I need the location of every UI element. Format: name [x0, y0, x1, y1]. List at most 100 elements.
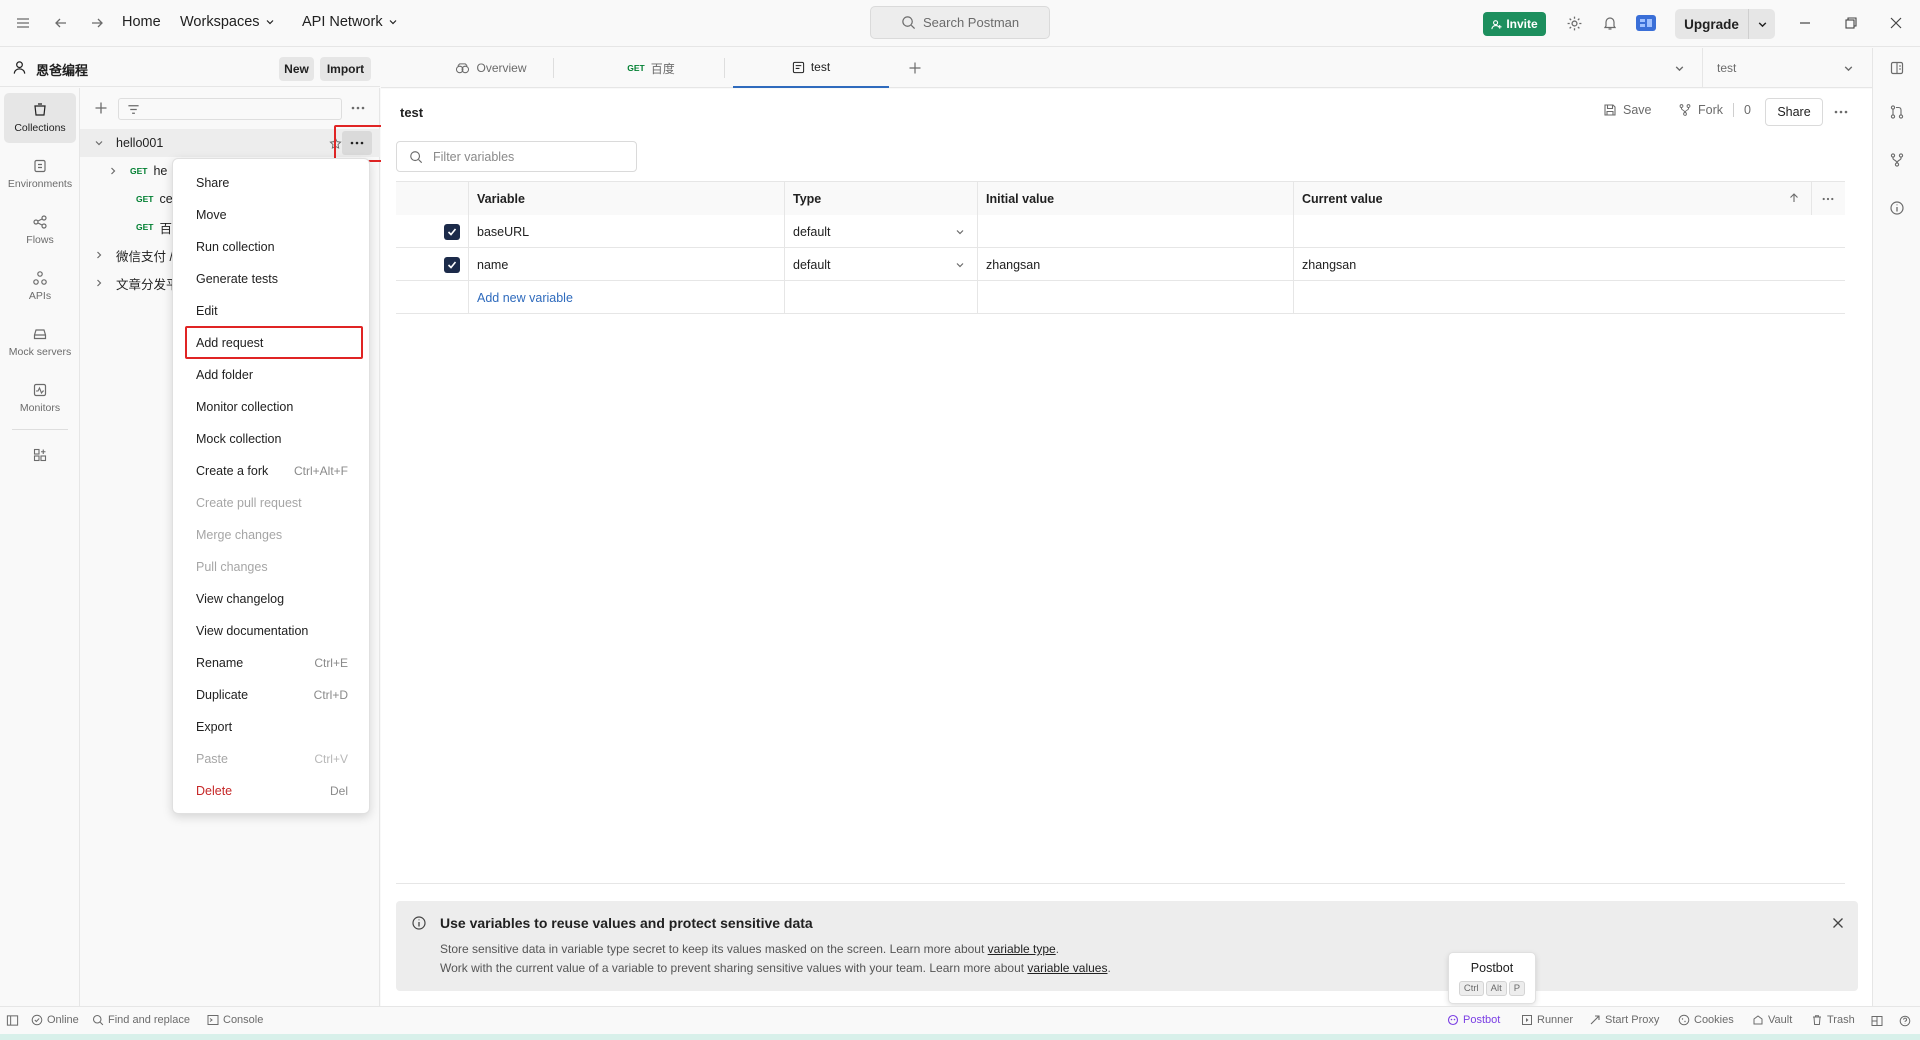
menu-item-export[interactable]: Export — [173, 712, 371, 742]
menu-item-monitor-collection[interactable]: Monitor collection — [173, 392, 371, 422]
menu-item-view-documentation[interactable]: View documentation — [173, 616, 371, 646]
environment-selector[interactable]: test — [1703, 48, 1867, 88]
chevron-down-icon[interactable] — [94, 138, 104, 148]
postbot-button[interactable]: Postbot — [1447, 1014, 1500, 1026]
cookies-button[interactable]: Cookies — [1678, 1014, 1734, 1026]
nav-home[interactable]: Home — [122, 14, 161, 30]
fork-button[interactable]: Fork 0 — [1678, 103, 1751, 117]
back-arrow-icon[interactable] — [50, 12, 72, 34]
sidebar-item-monitors[interactable]: Monitors — [4, 373, 76, 423]
help-icon[interactable] — [1899, 1015, 1911, 1027]
workspace-name[interactable]: 恩爸编程 — [36, 60, 88, 79]
menu-item-move[interactable]: Move — [173, 200, 371, 230]
menu-icon[interactable] — [12, 12, 34, 34]
variable-type-select[interactable]: default — [784, 248, 977, 281]
sidebar-item-configure[interactable] — [4, 435, 76, 475]
info-icon — [412, 916, 426, 930]
notifications-bell-icon[interactable] — [1599, 12, 1621, 34]
restore-window-icon[interactable] — [1840, 12, 1862, 34]
minimize-icon[interactable] — [1794, 12, 1816, 34]
checkbox-checked[interactable] — [444, 223, 460, 240]
menu-item-create-fork[interactable]: Create a fork Ctrl+Alt+F — [173, 456, 371, 486]
initial-value-cell[interactable]: zhangsan — [977, 248, 1293, 281]
nav-workspaces[interactable]: Workspaces — [180, 14, 275, 30]
tab-test[interactable]: test — [733, 48, 889, 88]
menu-item-delete[interactable]: Delete Del — [173, 776, 371, 806]
sidebar-item-flows[interactable]: Flows — [4, 205, 76, 255]
menu-item-generate-tests[interactable]: Generate tests — [173, 264, 371, 294]
filter-icon[interactable] — [127, 103, 140, 116]
row-checkbox[interactable] — [396, 248, 468, 281]
collections-filter-input[interactable] — [118, 98, 342, 120]
add-new-variable-link[interactable]: Add new variable — [468, 281, 784, 314]
trash-button[interactable]: Trash — [1811, 1014, 1855, 1026]
menu-item-add-folder[interactable]: Add folder — [173, 360, 371, 390]
row-checkbox[interactable] — [396, 215, 468, 248]
pull-request-icon[interactable] — [1889, 104, 1905, 120]
tabs-dropdown-icon[interactable] — [1674, 63, 1685, 74]
rail-label: Mock servers — [8, 346, 72, 358]
nav-api-network[interactable]: API Network — [302, 14, 398, 30]
header-more-cell[interactable] — [1811, 182, 1845, 215]
sort-arrow-up-icon[interactable] — [1788, 192, 1800, 204]
sidebar-item-mock-servers[interactable]: Mock servers — [4, 317, 76, 367]
sidebar-item-environments[interactable]: Environments — [4, 149, 76, 199]
menu-item-view-changelog[interactable]: View changelog — [173, 584, 371, 614]
tab-baidu[interactable]: GET 百度 — [581, 48, 721, 88]
toggle-sidebar-icon[interactable] — [6, 1014, 19, 1027]
upgrade-label[interactable]: Upgrade — [1675, 9, 1749, 39]
filter-variables-input[interactable]: Filter variables — [396, 141, 637, 172]
checkbox-checked[interactable] — [444, 256, 460, 273]
forward-arrow-icon[interactable] — [86, 12, 108, 34]
close-window-icon[interactable] — [1885, 12, 1907, 34]
more-options-icon[interactable] — [1834, 109, 1848, 115]
runner-button[interactable]: Runner — [1521, 1014, 1573, 1026]
info-icon[interactable] — [1889, 200, 1905, 216]
layout-icon[interactable] — [1871, 1015, 1883, 1027]
share-button[interactable]: Share — [1765, 98, 1823, 126]
initial-value-cell[interactable] — [977, 215, 1293, 248]
menu-item-mock-collection[interactable]: Mock collection — [173, 424, 371, 454]
menu-item-run-collection[interactable]: Run collection — [173, 232, 371, 262]
collection-label: 微信支付 / — [116, 249, 173, 264]
online-status[interactable]: Online — [31, 1014, 79, 1026]
variable-type-link[interactable]: variable type — [988, 942, 1056, 956]
variable-values-link[interactable]: variable values — [1027, 961, 1107, 975]
save-button[interactable]: Save — [1603, 103, 1652, 117]
console-button[interactable]: Console — [207, 1014, 263, 1026]
close-icon[interactable] — [1832, 917, 1844, 929]
new-button[interactable]: New — [279, 57, 314, 81]
chevron-right-icon[interactable] — [94, 278, 104, 288]
upgrade-dropdown[interactable] — [1749, 9, 1775, 39]
search-input[interactable]: Search Postman — [870, 6, 1050, 39]
menu-item-duplicate[interactable]: Duplicate Ctrl+D — [173, 680, 371, 710]
vault-button[interactable]: Vault — [1752, 1014, 1792, 1026]
fork-icon[interactable] — [1889, 152, 1905, 168]
add-icon[interactable] — [94, 101, 108, 115]
more-options-icon[interactable] — [351, 103, 365, 113]
add-tab-icon[interactable] — [908, 61, 922, 75]
invite-button[interactable]: Invite — [1483, 12, 1546, 36]
overview-icon — [456, 62, 470, 73]
chevron-right-icon[interactable] — [108, 166, 118, 176]
upgrade-button[interactable]: Upgrade — [1675, 9, 1775, 39]
tab-overview[interactable]: Overview — [431, 48, 551, 88]
current-value-cell[interactable]: zhangsan — [1293, 248, 1845, 281]
variable-name-cell[interactable]: baseURL — [468, 215, 784, 248]
variable-name-cell[interactable]: name — [468, 248, 784, 281]
find-replace-button[interactable]: Find and replace — [92, 1014, 190, 1026]
variable-type-select[interactable]: default — [784, 215, 977, 248]
import-button[interactable]: Import — [320, 57, 371, 81]
sidebar-item-apis[interactable]: APIs — [4, 261, 76, 311]
avatar[interactable] — [1635, 12, 1657, 34]
menu-item-rename[interactable]: Rename Ctrl+E — [173, 648, 371, 678]
settings-gear-icon[interactable] — [1563, 12, 1585, 34]
menu-item-share[interactable]: Share — [173, 168, 371, 198]
current-value-cell[interactable] — [1293, 215, 1845, 248]
chevron-down-icon — [1844, 66, 1853, 72]
chevron-right-icon[interactable] — [94, 250, 104, 260]
start-proxy-button[interactable]: Start Proxy — [1589, 1014, 1659, 1026]
environment-quick-look-icon[interactable] — [1889, 60, 1905, 76]
sidebar-item-collections[interactable]: Collections — [4, 93, 76, 143]
menu-item-edit[interactable]: Edit — [173, 296, 371, 326]
